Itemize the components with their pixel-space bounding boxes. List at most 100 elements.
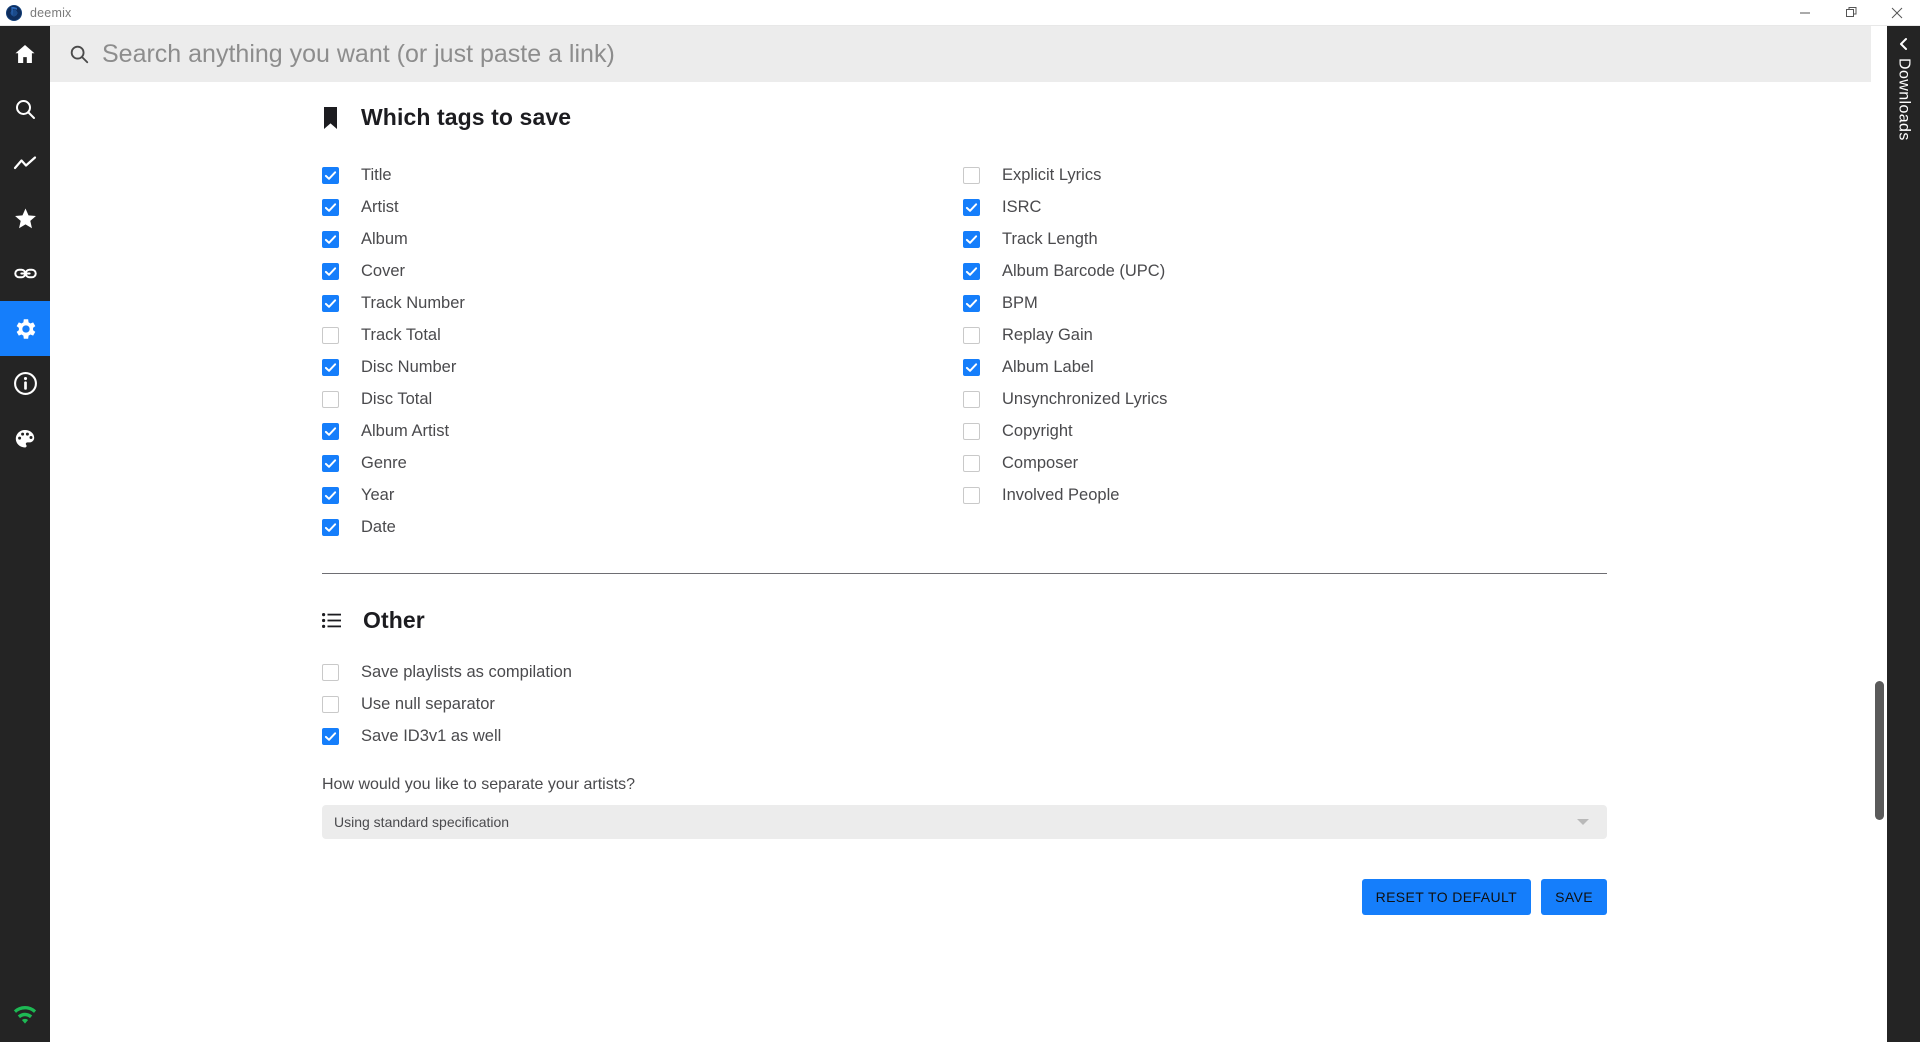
tag-option-row[interactable]: Album Barcode (UPC)	[963, 255, 1167, 287]
checkbox-checked-icon[interactable]	[322, 486, 339, 504]
checkbox-checked-icon[interactable]	[322, 358, 339, 376]
tag-option-row[interactable]: BPM	[963, 287, 1167, 319]
checkbox-unchecked-icon[interactable]	[963, 454, 980, 472]
tag-option-row[interactable]: Track Number	[322, 287, 465, 319]
tag-option-label: Track Total	[361, 325, 441, 344]
search-icon	[70, 45, 89, 64]
checkbox-unchecked-icon[interactable]	[322, 695, 339, 713]
other-option-label: Save playlists as compilation	[361, 662, 572, 681]
tag-option-row[interactable]: Unsynchronized Lyrics	[963, 383, 1167, 415]
close-icon[interactable]	[1874, 0, 1920, 26]
tag-option-row[interactable]: Copyright	[963, 415, 1167, 447]
tag-option-row[interactable]: Track Total	[322, 319, 465, 351]
tag-option-row[interactable]: Title	[322, 159, 465, 191]
checkbox-checked-icon[interactable]	[322, 518, 339, 536]
tag-option-row[interactable]: Disc Total	[322, 383, 465, 415]
tag-option-row[interactable]: ISRC	[963, 191, 1167, 223]
sidebar-item-search[interactable]	[0, 81, 50, 136]
sidebar-item-settings[interactable]	[0, 301, 50, 356]
checkbox-unchecked-icon[interactable]	[963, 390, 980, 408]
tags-right-column: Explicit Lyrics ISRC Track Length Album Bar…	[963, 159, 1167, 511]
content-scrollbar[interactable]	[1871, 26, 1887, 1042]
reset-to-default-button[interactable]: RESET TO DEFAULT	[1361, 879, 1532, 915]
checkbox-checked-icon[interactable]	[322, 454, 339, 472]
star-icon	[14, 208, 36, 229]
checkbox-unchecked-icon[interactable]	[322, 390, 339, 408]
sidebar-item-about[interactable]	[0, 356, 50, 411]
sidebar-item-home[interactable]	[0, 26, 50, 81]
tag-option-label: Track Number	[361, 293, 465, 312]
tags-section-title: Which tags to save	[361, 104, 572, 130]
checkbox-checked-icon[interactable]	[963, 358, 980, 376]
other-option-row[interactable]: Save playlists as compilation	[322, 656, 1887, 688]
checkbox-checked-icon[interactable]	[963, 198, 980, 216]
tag-option-row[interactable]: Album Artist	[322, 415, 465, 447]
search-icon	[16, 99, 35, 119]
tag-option-row[interactable]: Involved People	[963, 479, 1167, 511]
maximize-icon[interactable]	[1828, 0, 1874, 26]
tag-option-label: Album Artist	[361, 421, 450, 440]
tag-option-label: Title	[361, 165, 392, 184]
tag-option-row[interactable]: Composer	[963, 447, 1167, 479]
tag-option-label: Genre	[361, 453, 407, 472]
checkbox-checked-icon[interactable]	[963, 230, 980, 248]
tag-option-row[interactable]: Disc Number	[322, 351, 465, 383]
checkbox-unchecked-icon[interactable]	[963, 486, 980, 504]
checkbox-checked-icon[interactable]	[963, 294, 980, 312]
tag-option-label: Artist	[361, 197, 399, 216]
checkbox-checked-icon[interactable]	[322, 230, 339, 248]
tag-option-label: Involved People	[1002, 485, 1120, 504]
deemix-logo-icon	[6, 4, 22, 21]
checkbox-checked-icon[interactable]	[322, 262, 339, 280]
tag-option-row[interactable]: Track Length	[963, 223, 1167, 255]
sidebar-item-links[interactable]	[0, 246, 50, 301]
tag-option-label: Disc Number	[361, 357, 457, 376]
list-icon	[322, 613, 341, 628]
other-option-row[interactable]: Save ID3v1 as well	[322, 720, 1887, 752]
palette-icon	[15, 429, 35, 447]
tag-option-row[interactable]: Genre	[322, 447, 465, 479]
checkbox-checked-icon[interactable]	[322, 727, 339, 745]
checkbox-unchecked-icon[interactable]	[322, 663, 339, 681]
checkbox-unchecked-icon[interactable]	[963, 326, 980, 344]
other-options-list: Save playlists as compilation Use null se…	[322, 656, 1887, 752]
tag-option-row[interactable]: Replay Gain	[963, 319, 1167, 351]
checkbox-checked-icon[interactable]	[963, 262, 980, 280]
scrollbar-thumb[interactable]	[1875, 681, 1884, 820]
other-section-title: Other	[363, 607, 425, 633]
main-sidebar	[0, 26, 50, 1042]
minimize-icon[interactable]	[1782, 0, 1828, 26]
tag-option-row[interactable]: Cover	[322, 255, 465, 287]
tag-option-row[interactable]: Date	[322, 511, 465, 543]
sidebar-item-themes[interactable]	[0, 411, 50, 466]
checkbox-checked-icon[interactable]	[322, 422, 339, 440]
downloads-drawer-tab[interactable]: Downloads	[1887, 26, 1920, 1042]
tag-option-row[interactable]: Artist	[322, 191, 465, 223]
checkbox-checked-icon[interactable]	[322, 166, 339, 184]
tag-option-label: Cover	[361, 261, 406, 280]
sidebar-item-favorites[interactable]	[0, 191, 50, 246]
checkbox-checked-icon[interactable]	[322, 198, 339, 216]
tag-option-label: Copyright	[1002, 421, 1073, 440]
tag-option-row[interactable]: Album Label	[963, 351, 1167, 383]
checkbox-unchecked-icon[interactable]	[322, 326, 339, 344]
tag-option-label: ISRC	[1002, 197, 1042, 216]
chevron-down-icon	[1577, 819, 1589, 825]
checkbox-checked-icon[interactable]	[322, 294, 339, 312]
other-option-row[interactable]: Use null separator	[322, 688, 1887, 720]
tag-option-label: Album	[361, 229, 408, 248]
checkbox-unchecked-icon[interactable]	[963, 166, 980, 184]
tag-option-label: Album Barcode (UPC)	[1002, 261, 1166, 280]
tag-option-row[interactable]: Explicit Lyrics	[963, 159, 1167, 191]
window-controls	[1782, 0, 1920, 26]
checkbox-unchecked-icon[interactable]	[963, 422, 980, 440]
tag-option-row[interactable]: Album	[322, 223, 465, 255]
info-icon	[13, 372, 37, 395]
search-input[interactable]	[102, 39, 1871, 69]
artist-separator-select[interactable]: Using standard specification	[322, 805, 1607, 839]
tag-option-row[interactable]: Year	[322, 479, 465, 511]
save-button[interactable]: SAVE	[1541, 879, 1607, 915]
tag-option-label: Composer	[1002, 453, 1079, 472]
tag-option-label: Track Length	[1002, 229, 1098, 248]
sidebar-item-charts[interactable]	[0, 136, 50, 191]
